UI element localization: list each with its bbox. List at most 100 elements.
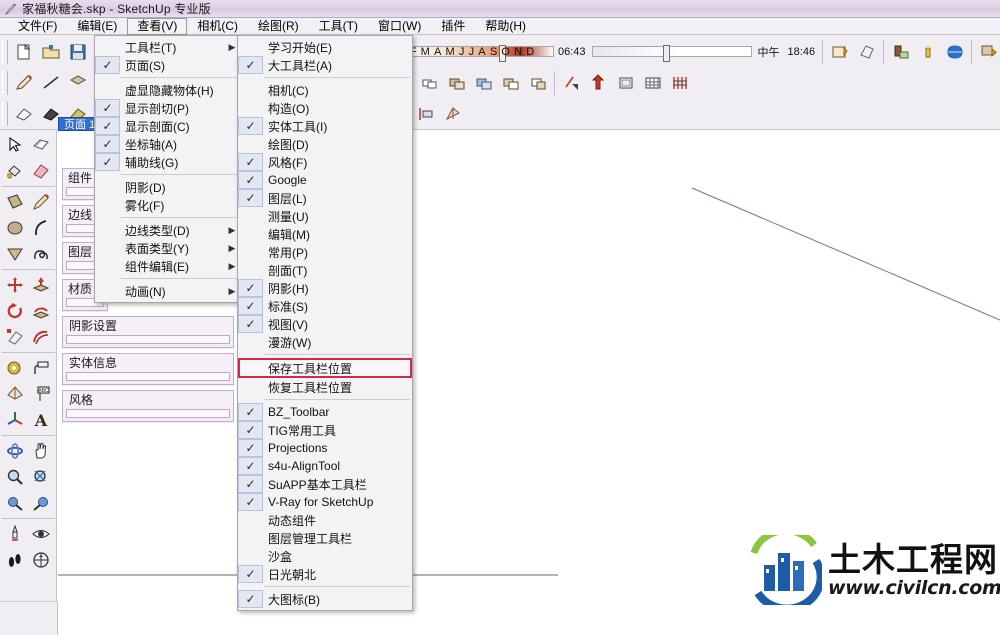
menu-draw[interactable]: 绘图(R) xyxy=(248,18,309,35)
export-icon[interactable] xyxy=(853,38,880,65)
toolbar-submenu-item-19[interactable]: ✓ BZ_Toolbar xyxy=(238,403,412,421)
grid-icon[interactable] xyxy=(639,69,666,96)
orbit-icon[interactable] xyxy=(2,438,28,464)
scene-prev-icon[interactable] xyxy=(497,69,524,96)
scene-update-icon[interactable] xyxy=(443,69,470,96)
toolbar-submenu-item-15[interactable]: ✓ 视图(V) xyxy=(238,315,412,333)
month-slider-knob[interactable] xyxy=(499,45,506,62)
menu-window[interactable]: 窗口(W) xyxy=(368,18,431,35)
position-camera-icon[interactable] xyxy=(2,521,28,547)
rectangle-tool-icon[interactable] xyxy=(64,69,91,96)
open-folder-icon[interactable] xyxy=(37,38,64,65)
toolbar-submenu-item-17[interactable]: 保存工具栏位置 xyxy=(238,358,412,378)
menu-edit[interactable]: 编辑(E) xyxy=(67,18,127,35)
pushpull-icon[interactable] xyxy=(28,272,54,298)
rotate-icon[interactable] xyxy=(2,298,28,324)
toolbar-submenu-item-21[interactable]: ✓ Projections xyxy=(238,439,412,457)
view-dropdown-menu[interactable]: 工具栏(T) ▶ ✓ 页面(S) 虚显隐藏物体(H) ✓ 显示剖切(P) ✓ 显示剖面(C) ✓ 坐… xyxy=(94,35,240,303)
scale-icon[interactable] xyxy=(2,324,28,350)
tape-measure-icon[interactable] xyxy=(2,355,28,381)
eraser-icon[interactable] xyxy=(28,158,54,184)
projection-icon[interactable] xyxy=(439,100,466,127)
view-menu-item-4[interactable]: ✓ 显示剖面(C) xyxy=(95,117,239,135)
toolbar-submenu-item-7[interactable]: ✓ Google xyxy=(238,171,412,189)
scene-next-icon[interactable] xyxy=(524,69,551,96)
dimension-icon[interactable] xyxy=(28,355,54,381)
move-icon[interactable] xyxy=(2,272,28,298)
menu-camera[interactable]: 相机(C) xyxy=(187,18,248,35)
toolbar-submenu-item-29[interactable]: ✓ 大图标(B) xyxy=(238,590,412,608)
menu-file[interactable]: 文件(F) xyxy=(8,18,67,35)
import-icon[interactable] xyxy=(826,38,853,65)
shadow-time-slider[interactable] xyxy=(591,45,752,62)
toolbar-submenu-item-14[interactable]: ✓ 标准(S) xyxy=(238,297,412,315)
toolbar-submenu-item-25[interactable]: 动态组件 xyxy=(238,511,412,529)
toolbar-grip[interactable] xyxy=(2,39,8,64)
toolbar-submenu-item-3[interactable]: 构造(O) xyxy=(238,99,412,117)
offset-icon[interactable] xyxy=(28,324,54,350)
view-menu-item-1[interactable]: ✓ 页面(S) xyxy=(95,56,239,74)
toolbar-submenu-item-6[interactable]: ✓ 风格(F) xyxy=(238,153,412,171)
toolbar-submenu[interactable]: 学习开始(E) ✓ 大工具栏(A) 相机(C) 构造(O) ✓ 实体工具(I) 绘图(D) ✓ 风… xyxy=(237,35,413,611)
view-menu-item-8[interactable]: 雾化(F) xyxy=(95,196,239,214)
toolbar-grip[interactable] xyxy=(2,101,8,126)
view-menu-item-5[interactable]: ✓ 坐标轴(A) xyxy=(95,135,239,153)
toolbar-submenu-item-10[interactable]: 编辑(M) xyxy=(238,225,412,243)
panel-shadow-settings[interactable]: 阴影设置 xyxy=(62,316,234,348)
toolbar-submenu-item-23[interactable]: ✓ SuAPP基本工具栏 xyxy=(238,475,412,493)
followme-icon[interactable] xyxy=(28,298,54,324)
globe-icon[interactable] xyxy=(941,38,968,65)
toolbar-submenu-item-8[interactable]: ✓ 图层(L) xyxy=(238,189,412,207)
menu-plugins[interactable]: 插件 xyxy=(431,18,475,35)
toolbar-submenu-item-5[interactable]: 绘图(D) xyxy=(238,135,412,153)
line-tool-icon[interactable] xyxy=(37,69,64,96)
fence-icon[interactable] xyxy=(666,69,693,96)
polygon-icon[interactable] xyxy=(2,241,28,267)
toolbar-submenu-item-28[interactable]: ✓ 日光朝北 xyxy=(238,565,412,583)
pan-icon[interactable] xyxy=(28,438,54,464)
toolbar-submenu-item-13[interactable]: ✓ 阴影(H) xyxy=(238,279,412,297)
previous-view-icon[interactable] xyxy=(2,490,28,516)
paint-bucket-icon[interactable] xyxy=(2,158,28,184)
toolbar-submenu-item-20[interactable]: ✓ TIG常用工具 xyxy=(238,421,412,439)
vray-render-icon[interactable] xyxy=(975,38,1000,65)
toolbar-submenu-item-11[interactable]: 常用(P) xyxy=(238,243,412,261)
rectangle-icon[interactable] xyxy=(2,189,28,215)
make-component-icon[interactable] xyxy=(28,132,54,158)
toolbar-grip[interactable] xyxy=(2,70,8,95)
axes-icon[interactable] xyxy=(2,407,28,433)
panel-styles[interactable]: 风格 xyxy=(62,390,234,422)
circle-icon[interactable] xyxy=(2,215,28,241)
menu-view[interactable]: 查看(V) xyxy=(127,17,188,35)
freehand-icon[interactable] xyxy=(28,241,54,267)
pencil-icon[interactable] xyxy=(10,69,37,96)
toolbar-submenu-item-0[interactable]: 学习开始(E) xyxy=(238,38,412,56)
walk-icon[interactable] xyxy=(2,547,28,573)
shadow-month-slider[interactable] xyxy=(394,45,554,62)
toolbar-submenu-item-22[interactable]: ✓ s4u-AlignTool xyxy=(238,457,412,475)
menu-help[interactable]: 帮助(H) xyxy=(475,18,536,35)
toolbar-submenu-item-24[interactable]: ✓ V-Ray for SketchUp xyxy=(238,493,412,511)
view-menu-item-7[interactable]: 阴影(D) xyxy=(95,178,239,196)
view-menu-item-11[interactable]: 组件编辑(E) ▶ xyxy=(95,257,239,275)
light-icon[interactable] xyxy=(914,38,941,65)
section-arrow-icon[interactable] xyxy=(585,69,612,96)
view-menu-item-2[interactable]: 虚显隐藏物体(H) xyxy=(95,81,239,99)
toolbar-submenu-item-1[interactable]: ✓ 大工具栏(A) xyxy=(238,56,412,74)
zoom-icon[interactable] xyxy=(2,464,28,490)
section-plane-icon[interactable] xyxy=(28,547,54,573)
view-menu-item-9[interactable]: 边线类型(D) ▶ xyxy=(95,221,239,239)
scene-add-icon[interactable] xyxy=(416,69,443,96)
zoom-window-icon[interactable] xyxy=(28,464,54,490)
3d-text-icon[interactable]: A xyxy=(28,407,54,433)
panel-entity-info[interactable]: 实体信息 xyxy=(62,353,234,385)
save-disk-icon[interactable] xyxy=(64,38,91,65)
toolbar-submenu-item-27[interactable]: 沙盒 xyxy=(238,547,412,565)
look-around-icon[interactable] xyxy=(28,521,54,547)
toolbar-submenu-item-2[interactable]: 相机(C) xyxy=(238,81,412,99)
cut-plane-icon[interactable] xyxy=(558,69,585,96)
view-menu-item-0[interactable]: 工具栏(T) ▶ xyxy=(95,38,239,56)
toolbar-submenu-item-26[interactable]: 图层管理工具栏 xyxy=(238,529,412,547)
text-label-icon[interactable]: ABC xyxy=(28,381,54,407)
new-file-icon[interactable] xyxy=(10,38,37,65)
